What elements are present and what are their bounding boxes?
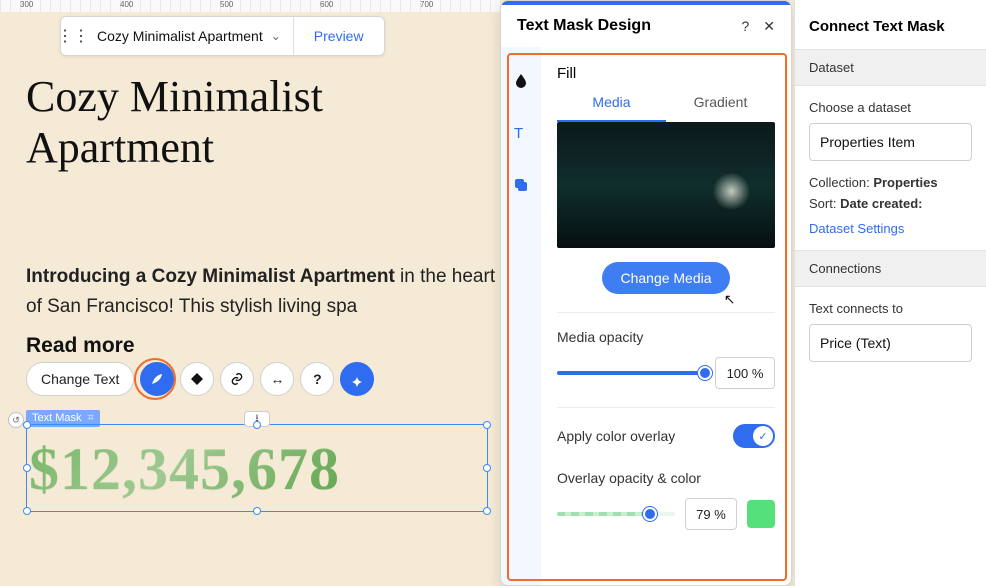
read-more-link[interactable]: Read more — [26, 334, 135, 358]
overlay-opacity-label: Overlay opacity & color — [557, 470, 775, 486]
connect-panel: Connect Text Mask Dataset Choose a datas… — [794, 0, 986, 586]
panel-title: Text Mask Design — [517, 17, 651, 35]
stretch-icon[interactable] — [180, 362, 214, 396]
editor-canvas[interactable]: Cozy Minimalist Apartment Introducing a … — [0, 12, 500, 586]
resize-handle[interactable] — [483, 507, 491, 515]
resize-handle[interactable] — [483, 421, 491, 429]
media-preview[interactable] — [557, 122, 775, 248]
price-text: $12,345,678 — [27, 425, 487, 513]
svg-text:T: T — [514, 125, 523, 142]
choose-dataset-label: Choose a dataset — [809, 100, 972, 115]
design-icon[interactable] — [140, 362, 174, 396]
connects-to-label: Text connects to — [809, 301, 972, 316]
align-icon[interactable]: ↔ — [260, 362, 294, 396]
selection-tag-label: Text Mask — [32, 412, 82, 424]
collection-value: Properties — [873, 175, 937, 190]
connects-to-value: Price (Text) — [820, 335, 891, 351]
reset-icon[interactable]: ↺ — [8, 412, 24, 428]
layers-tab-icon[interactable] — [509, 173, 533, 197]
overlay-opacity-value[interactable]: 79 % — [685, 498, 737, 530]
element-toolbar: Change Text ↔ ? — [26, 362, 374, 396]
collection-label: Collection: — [809, 175, 870, 190]
change-media-button[interactable]: Change Media ↖ — [602, 262, 729, 294]
help-icon[interactable]: ? — [300, 362, 334, 396]
intro-bold: Introducing a Cozy Minimalist Apartment — [26, 266, 395, 287]
text-mask-design-panel: Text Mask Design ? ✕ T Fill Media Gradie… — [500, 0, 792, 586]
fill-subtabs: Media Gradient — [557, 94, 775, 122]
tab-gradient[interactable]: Gradient — [666, 94, 775, 122]
sort-label: Sort: — [809, 196, 836, 211]
apply-overlay-label: Apply color overlay — [557, 428, 675, 444]
sort-value: Date created: — [840, 196, 922, 211]
page-heading[interactable]: Cozy Minimalist Apartment — [26, 72, 500, 173]
horizontal-ruler: 300 400 500 600 700 — [0, 0, 500, 12]
cursor-icon: ↖ — [724, 291, 736, 308]
dataset-settings-link[interactable]: Dataset Settings — [809, 221, 972, 236]
dataset-section-header: Dataset — [795, 49, 986, 86]
apply-overlay-toggle[interactable]: ✓ — [733, 424, 775, 448]
media-opacity-label: Media opacity — [557, 329, 775, 345]
resize-handle[interactable] — [23, 464, 31, 472]
intro-paragraph[interactable]: Introducing a Cozy Minimalist Apartment … — [26, 262, 496, 323]
resize-handle[interactable] — [23, 421, 31, 429]
database-icon: ⌗ — [88, 412, 94, 425]
overlay-opacity-slider[interactable] — [557, 512, 675, 516]
fill-section-title: Fill — [557, 65, 775, 82]
resize-handle[interactable] — [253, 421, 261, 429]
resize-handle[interactable] — [483, 464, 491, 472]
change-media-label: Change Media — [620, 270, 711, 286]
resize-handle[interactable] — [23, 507, 31, 515]
dataset-value: Properties Item — [820, 134, 915, 150]
media-opacity-slider[interactable] — [557, 371, 705, 375]
resize-handle[interactable] — [253, 507, 261, 515]
link-icon[interactable] — [220, 362, 254, 396]
help-icon[interactable]: ? — [741, 18, 749, 35]
connect-title: Connect Text Mask — [795, 0, 986, 49]
tab-media[interactable]: Media — [557, 94, 666, 122]
close-icon[interactable]: ✕ — [763, 18, 775, 35]
dataset-dropdown[interactable]: Properties Item — [809, 123, 972, 161]
text-mask-element[interactable]: ⭳ $12,345,678 — [26, 424, 488, 512]
fill-tab-icon[interactable] — [509, 69, 533, 93]
overlay-color-swatch[interactable] — [747, 500, 775, 528]
connects-to-dropdown[interactable]: Price (Text) — [809, 324, 972, 362]
connections-section-header: Connections — [795, 250, 986, 287]
change-text-button[interactable]: Change Text — [26, 362, 134, 396]
vertical-tabs: T — [501, 47, 541, 586]
text-tab-icon[interactable]: T — [509, 121, 533, 145]
media-opacity-value[interactable]: 100 % — [715, 357, 775, 389]
animation-icon[interactable] — [340, 362, 374, 396]
